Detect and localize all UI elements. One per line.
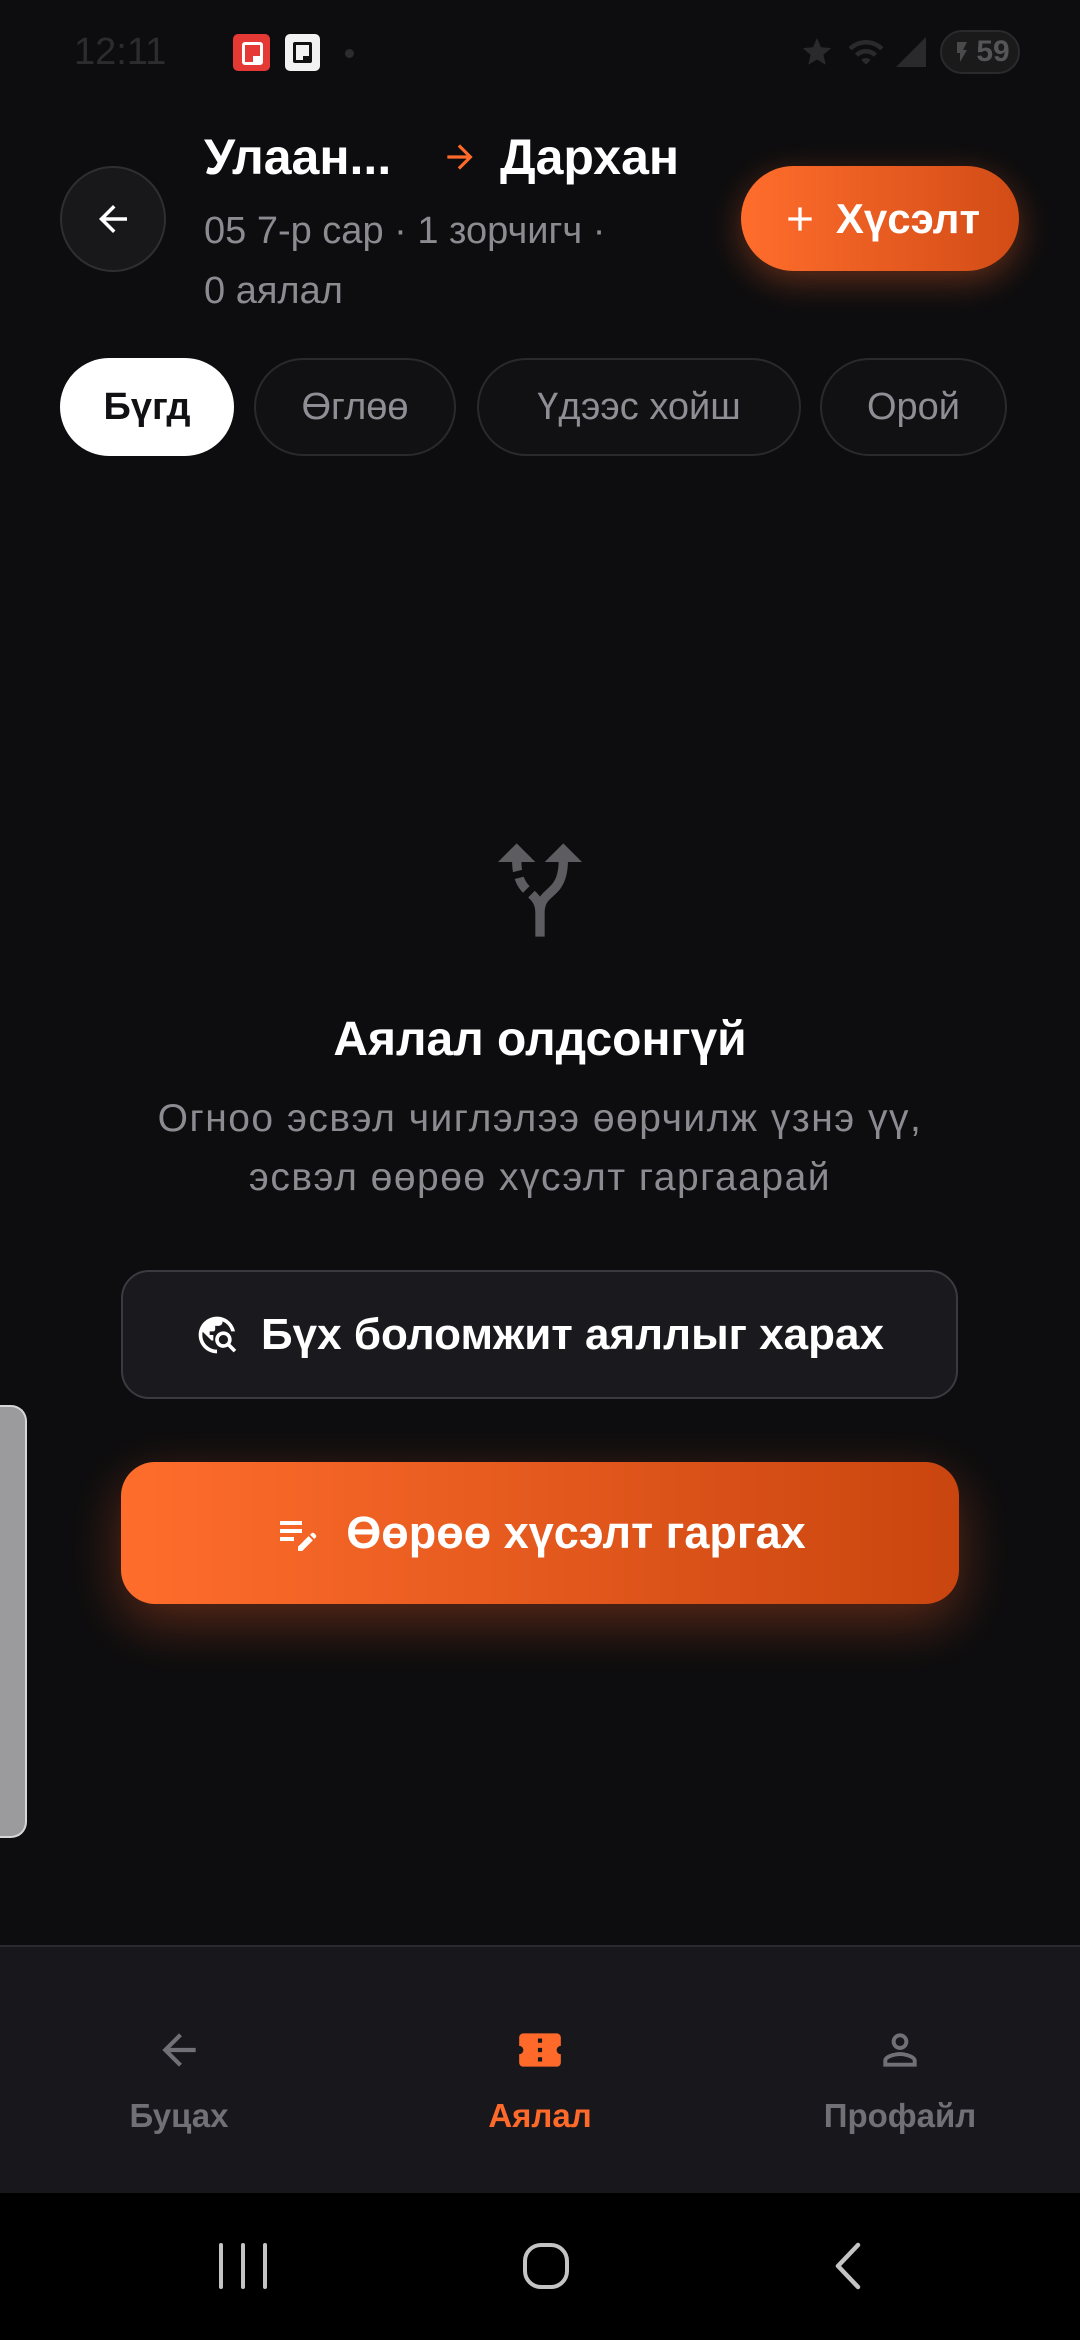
description-line: Огноо эсвэл чиглэлээ өөрчилж үзнэ үү, [157, 1097, 923, 1140]
battery-level: 59 [976, 35, 1010, 68]
filter-chip-afternoon[interactable]: Үдээс хойш [477, 358, 801, 456]
route-subtitle: 05 7-р сар · 1 зорчигч · 0 аялал [204, 201, 605, 321]
bottom-nav: Буцах Аялал Профайл [0, 1945, 1080, 2193]
status-time: 12:11 [74, 31, 167, 73]
battery-charging-icon: 59 [940, 30, 1020, 74]
nav-item-label: Аялал [488, 2097, 592, 2134]
arrow-right-icon [441, 138, 479, 176]
subtitle-line: 0 аялал [204, 270, 343, 312]
filter-chip-morning[interactable]: Өглөө [254, 358, 456, 456]
travel-explore-icon [195, 1313, 239, 1357]
person-icon [875, 2025, 925, 2075]
empty-state-description: Огноо эсвэл чиглэлээ өөрчилж үзнэ үү, эс… [0, 1089, 1080, 1207]
request-button[interactable]: Хүсэлт [741, 166, 1019, 271]
dot-icon [345, 49, 354, 58]
app-notification-icon [285, 34, 320, 71]
recents-icon[interactable] [219, 2243, 267, 2289]
plus-icon [780, 199, 820, 239]
request-button-label: Хүсэлт [835, 194, 981, 242]
edit-note-icon [274, 1509, 322, 1557]
star-icon [800, 35, 834, 69]
home-icon[interactable] [523, 2243, 569, 2289]
filter-chip-evening[interactable]: Орой [820, 358, 1007, 456]
nav-item-profile[interactable]: Профайл [750, 1947, 1050, 2193]
create-request-button[interactable]: Өөрөө хүсэлт гаргах [121, 1462, 959, 1604]
system-navigation-bar [0, 2193, 1080, 2340]
arrow-left-icon [92, 198, 134, 240]
route-destination: Дархан [500, 129, 680, 185]
ticket-icon [515, 2025, 565, 2075]
edge-panel-handle[interactable] [0, 1405, 27, 1838]
subtitle-line: 05 7-р сар · 1 зорчигч · [204, 210, 606, 252]
wifi-icon [847, 33, 885, 71]
app-notification-icon [233, 34, 270, 71]
nav-item-label: Буцах [129, 2097, 229, 2134]
alt-route-icon [484, 834, 596, 946]
filter-chip-all[interactable]: Бүгд [60, 358, 234, 456]
nav-item-trips[interactable]: Аялал [390, 1947, 690, 2193]
create-request-label: Өөрөө хүсэлт гаргах [346, 1507, 806, 1558]
nav-item-label: Профайл [823, 2097, 977, 2134]
view-all-trips-button[interactable]: Бүх боломжит аяллыг харах [121, 1270, 958, 1399]
signal-icon [893, 34, 929, 70]
back-icon[interactable] [828, 2241, 868, 2291]
empty-state-title: Аялал олдсонгүй [333, 1013, 747, 1066]
view-all-trips-label: Бүх боломжит аяллыг харах [261, 1309, 884, 1359]
arrow-left-icon [154, 2025, 204, 2075]
route-origin: Улаан... [204, 129, 392, 185]
nav-item-back[interactable]: Буцах [29, 1947, 329, 2193]
back-button[interactable] [60, 166, 166, 272]
status-bar: 12:11 59 [0, 0, 1080, 104]
description-line: эсвэл өөрөө хүсэлт гаргаарай [248, 1156, 832, 1199]
